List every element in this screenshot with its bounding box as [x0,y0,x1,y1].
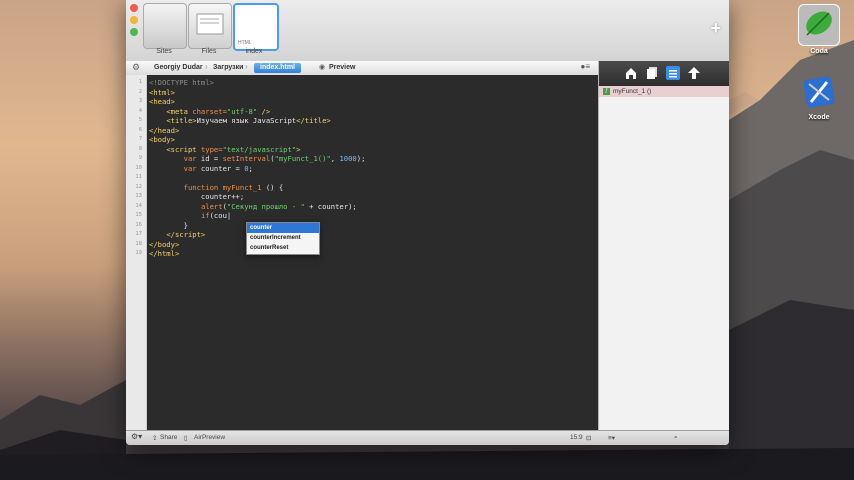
line-number: 13 [135,193,142,199]
line-number-gutter: 1 2 3 4 5 6 7 8 9 10 11 12 13 14 15 16 17 18 19 [126,75,147,430]
desktop-icon-label: Coda [810,48,828,55]
function-name: myFunct_1 () [613,88,652,95]
breadcrumb-file[interactable]: index.html [254,63,302,73]
function-list-item[interactable]: ƒ myFunct_1 () [599,86,729,97]
line-number: 1 [138,79,142,85]
line-number: 14 [135,202,142,209]
zoom-button[interactable] [130,28,138,36]
code-line: var counter = 0; [183,163,253,173]
code-line: </html> [149,249,180,258]
coda-window: Sites Files HTML index + ⚙ Georgiy Dudar… [126,0,729,445]
code-line: } [149,220,188,230]
code-line: <head> [149,97,175,106]
desktop-icon-xcode[interactable]: Xcode [789,72,849,121]
airpreview-button[interactable]: AirPreview [194,434,225,441]
code-navigator-sidebar: ƒ myFunct_1 () [598,61,729,430]
breadcrumb-downloads[interactable]: Загрузки [213,63,243,73]
line-number: 4 [138,107,142,114]
share-icon: ⇪ [152,435,158,442]
overflow-menu-icon[interactable]: ●≡ [581,62,591,71]
line-number: 2 [138,88,142,95]
code-navigator-icon[interactable] [666,66,680,80]
code-line: <html> [149,87,175,97]
home-icon[interactable] [624,66,638,80]
publish-arrow-up-icon[interactable] [687,66,701,80]
function-icon: ƒ [603,87,610,95]
sites-tab-icon[interactable] [143,3,187,49]
minimize-button[interactable] [130,16,138,24]
code-line: <title>Изучаем язык JavaScript</title> [166,116,331,125]
code-line: counter++; [149,192,245,201]
line-number: 9 [138,155,142,161]
line-number: 18 [135,240,142,247]
gear-icon[interactable]: ⚙ [132,62,140,73]
code-line: </body> [149,239,180,249]
line-number: 12 [135,183,142,190]
index-tab-icon[interactable]: HTML [233,3,279,51]
line-number: 19 [135,250,142,256]
status-bar: ⚙▾ ⇪ Share ▯ AirPreview 15:9 ⊡ ≡▾ ⌕ [126,430,729,445]
share-button[interactable]: Share [160,434,177,441]
sites-tab-label: Sites [156,48,172,55]
code-line: if(cou| [200,211,232,220]
line-number: 8 [138,145,142,152]
desktop-icon-coda[interactable]: Coda [789,4,849,55]
breadcrumb-user[interactable]: Georgiy Dudar [154,63,203,73]
line-number: 15 [135,212,142,218]
code-line: alert("Секунд прошло - " + counter); [200,201,357,211]
search-icon[interactable]: ⌕ [674,434,678,442]
autocomplete-item[interactable]: counter [247,223,319,233]
code-line: <body> [149,135,175,144]
coda-leaf-icon [798,4,840,46]
close-button[interactable] [130,4,138,12]
list-menu-icon[interactable]: ≡▾ [608,434,615,442]
chevron-right-icon: › [205,62,208,71]
autocomplete-popup: counter counterIncrement counterReset [246,222,320,255]
code-line: <script type="text/javascript"> [166,144,301,154]
xcode-hammer-icon [799,72,839,112]
preview-button[interactable]: Preview [329,63,355,73]
files-tab-icon[interactable] [188,3,232,49]
files-tab-label: Files [201,48,217,55]
settings-gear-icon[interactable]: ⚙▾ [131,432,142,441]
html-badge: HTML [238,40,252,46]
line-number: 16 [135,221,142,228]
cursor-position: 15:9 [570,434,583,441]
line-number: 6 [138,126,142,133]
line-number: 3 [138,98,142,104]
code-line: </script> [166,230,206,239]
plus-icon: + [710,18,721,38]
code-line: var id = setInterval("myFunct_1()", 1000… [183,154,366,163]
preview-eye-icon: ◉ [319,64,326,71]
line-number: 17 [135,231,142,237]
code-line: <meta charset="utf-8" /> [166,106,271,116]
code-line: <!DOCTYPE html> [149,78,214,87]
autocomplete-item[interactable]: counterReset [247,243,319,253]
airpreview-icon: ▯ [184,435,188,442]
autocomplete-item[interactable]: counterIncrement [247,233,319,243]
add-tab-button[interactable]: + [710,18,721,39]
documents-icon[interactable] [645,66,659,80]
line-number: 10 [135,164,142,171]
code-line: function myFunct_1 () { [183,182,284,192]
desktop-icon-label: Xcode [808,114,830,121]
sidebar-toolbar [599,61,729,86]
chevron-right-icon: › [245,62,248,71]
window-titlebar: Sites Files HTML index + [126,0,729,62]
split-view-icon[interactable]: ⊡ [586,434,591,442]
line-number: 11 [135,174,142,180]
code-line: </head> [149,125,180,135]
index-tab-label: index [245,48,263,55]
code-editor[interactable]: <!DOCTYPE html> <html> <head> <meta char… [147,75,598,430]
path-bar: ⚙ Georgiy Dudar › Загрузки › index.html … [126,61,598,76]
line-number: 7 [138,136,142,142]
line-number: 5 [138,117,142,123]
